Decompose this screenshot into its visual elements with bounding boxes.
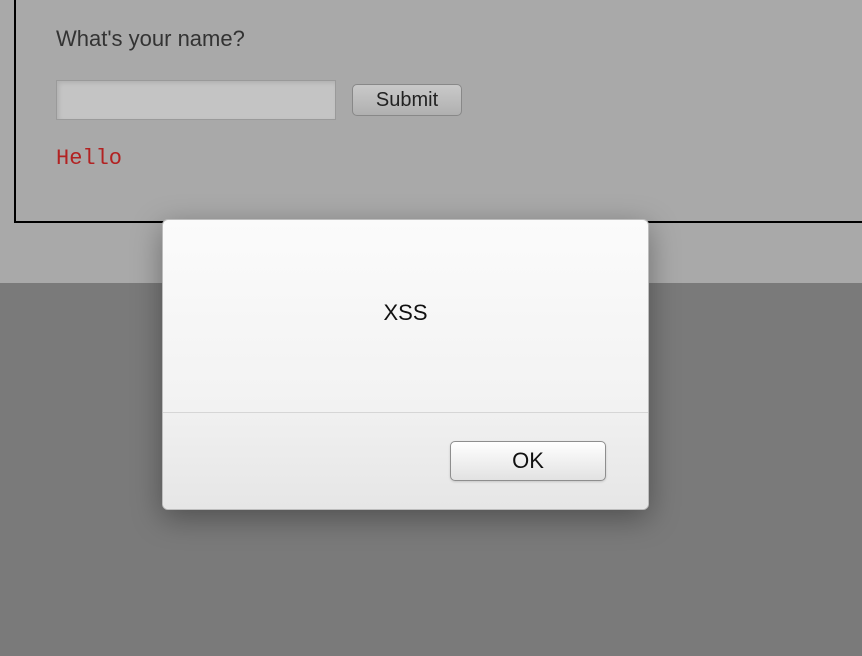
dialog-message: XSS [383,300,427,326]
ok-button[interactable]: OK [450,441,606,481]
dialog-footer: OK [163,413,648,509]
dialog-body: XSS [163,220,648,413]
modal-overlay: XSS OK [0,0,862,656]
alert-dialog: XSS OK [162,219,649,510]
